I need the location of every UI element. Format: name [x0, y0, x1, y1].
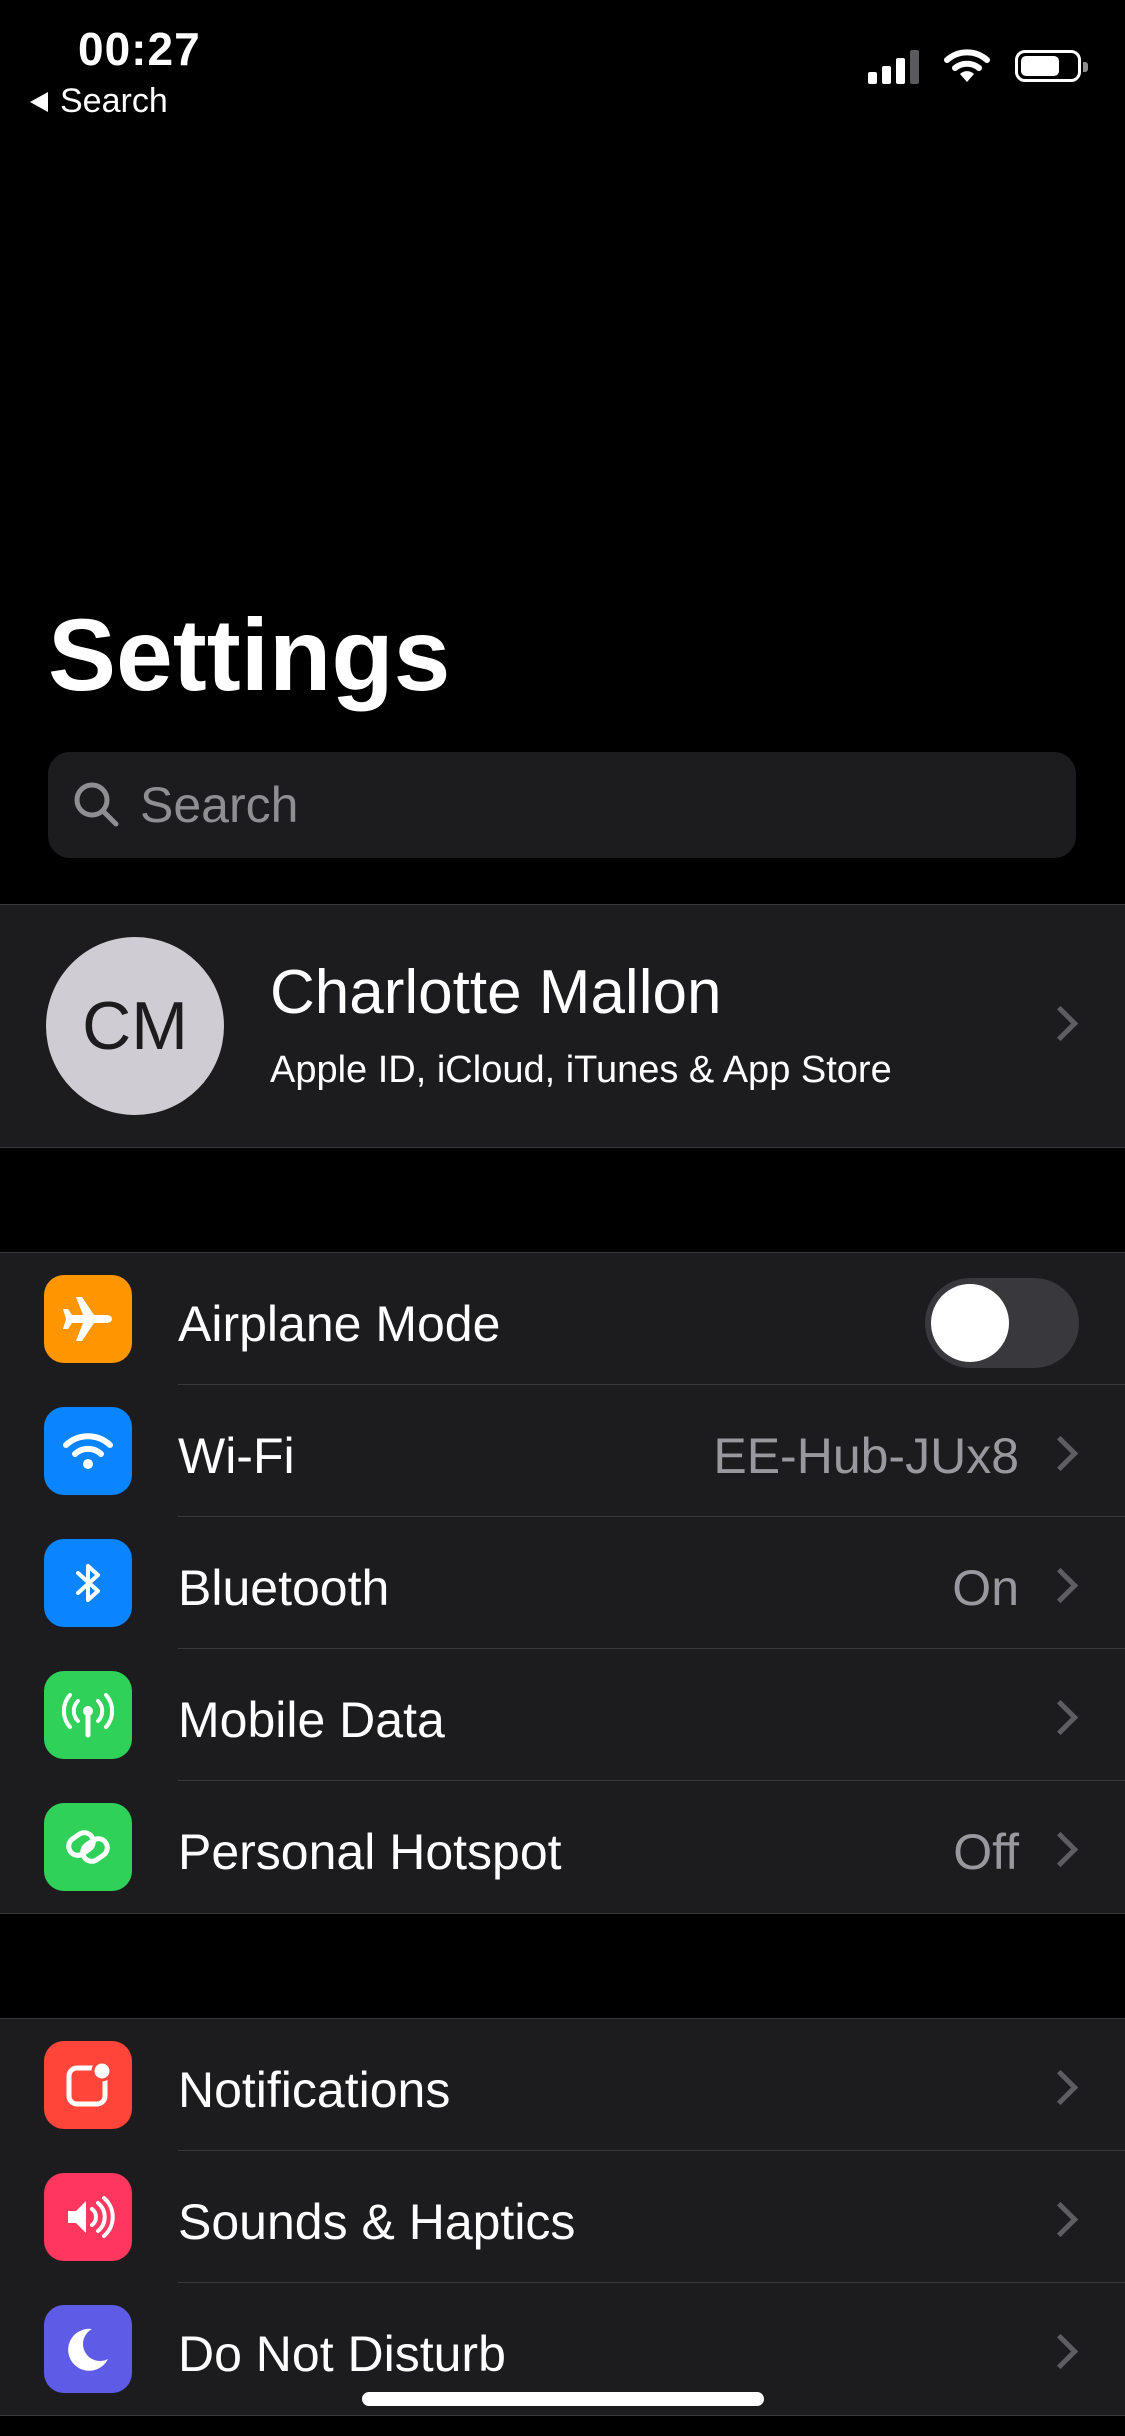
avatar: CM: [46, 937, 224, 1115]
settings-row-airplane-mode[interactable]: Airplane Mode: [0, 1253, 1125, 1385]
row-label: Do Not Disturb: [178, 2326, 506, 2382]
settings-row-mobile-data[interactable]: Mobile Data: [0, 1649, 1125, 1781]
row-label: Airplane Mode: [178, 1296, 501, 1352]
settings-row-wifi[interactable]: Wi-Fi EE-Hub-JUx8: [0, 1385, 1125, 1517]
chevron-right-icon: [1042, 2333, 1079, 2370]
battery-icon: [1015, 50, 1088, 82]
settings-row-sounds-haptics[interactable]: Sounds & Haptics: [0, 2151, 1125, 2283]
chevron-right-icon: [1042, 2201, 1079, 2238]
chevron-right-icon: [1042, 2069, 1079, 2106]
status-icons: [868, 48, 1088, 84]
home-indicator[interactable]: [362, 2392, 764, 2406]
page-title: Settings: [48, 598, 451, 712]
search-icon: [74, 782, 119, 827]
row-label: Notifications: [178, 2062, 451, 2118]
profile-name: Charlotte Mallon: [270, 958, 722, 1027]
row-label: Sounds & Haptics: [178, 2194, 576, 2250]
airplane-mode-toggle[interactable]: [925, 1278, 1079, 1368]
antenna-icon: [44, 1671, 132, 1759]
chevron-right-icon: [1042, 1005, 1079, 1042]
chevron-right-icon: [1042, 1567, 1079, 1604]
row-label: Bluetooth: [178, 1560, 390, 1616]
hotspot-status-value: Off: [953, 1824, 1019, 1880]
hotspot-icon: [44, 1803, 132, 1891]
bluetooth-status-value: On: [952, 1560, 1019, 1616]
wifi-network-value: EE-Hub-JUx8: [713, 1428, 1019, 1484]
toggle-knob: [931, 1284, 1009, 1362]
notifications-group: Notifications Sounds & Haptics Do Not Di…: [0, 2018, 1125, 2416]
row-label: Personal Hotspot: [178, 1824, 562, 1880]
moon-icon: [44, 2305, 132, 2393]
row-label: Mobile Data: [178, 1692, 445, 1748]
settings-row-personal-hotspot[interactable]: Personal Hotspot Off: [0, 1781, 1125, 1913]
cellular-signal-icon: [868, 48, 919, 84]
back-to-search-link[interactable]: Search: [30, 82, 168, 121]
search-bar[interactable]: [48, 752, 1076, 858]
connectivity-group: Airplane Mode Wi-Fi EE-Hub-JUx8 Bluetoot…: [0, 1252, 1125, 1914]
bluetooth-icon: [44, 1539, 132, 1627]
speaker-icon: [44, 2173, 132, 2261]
chevron-right-icon: [1042, 1435, 1079, 1472]
settings-row-bluetooth[interactable]: Bluetooth On: [0, 1517, 1125, 1649]
settings-row-notifications[interactable]: Notifications: [0, 2019, 1125, 2151]
wifi-icon: [44, 1407, 132, 1495]
wifi-icon: [944, 49, 990, 82]
row-label: Wi-Fi: [178, 1428, 295, 1484]
notifications-icon: [44, 2041, 132, 2129]
apple-id-profile-card[interactable]: CM Charlotte Mallon Apple ID, iCloud, iT…: [0, 904, 1125, 1148]
profile-subtitle: Apple ID, iCloud, iTunes & App Store: [270, 1049, 892, 1091]
back-arrow-icon: [30, 91, 48, 112]
chevron-right-icon: [1042, 1831, 1079, 1868]
airplane-icon: [44, 1275, 132, 1363]
status-time: 00:27: [78, 23, 201, 75]
chevron-right-icon: [1042, 1699, 1079, 1736]
search-input[interactable]: [138, 775, 1042, 835]
back-link-label: Search: [60, 82, 168, 120]
